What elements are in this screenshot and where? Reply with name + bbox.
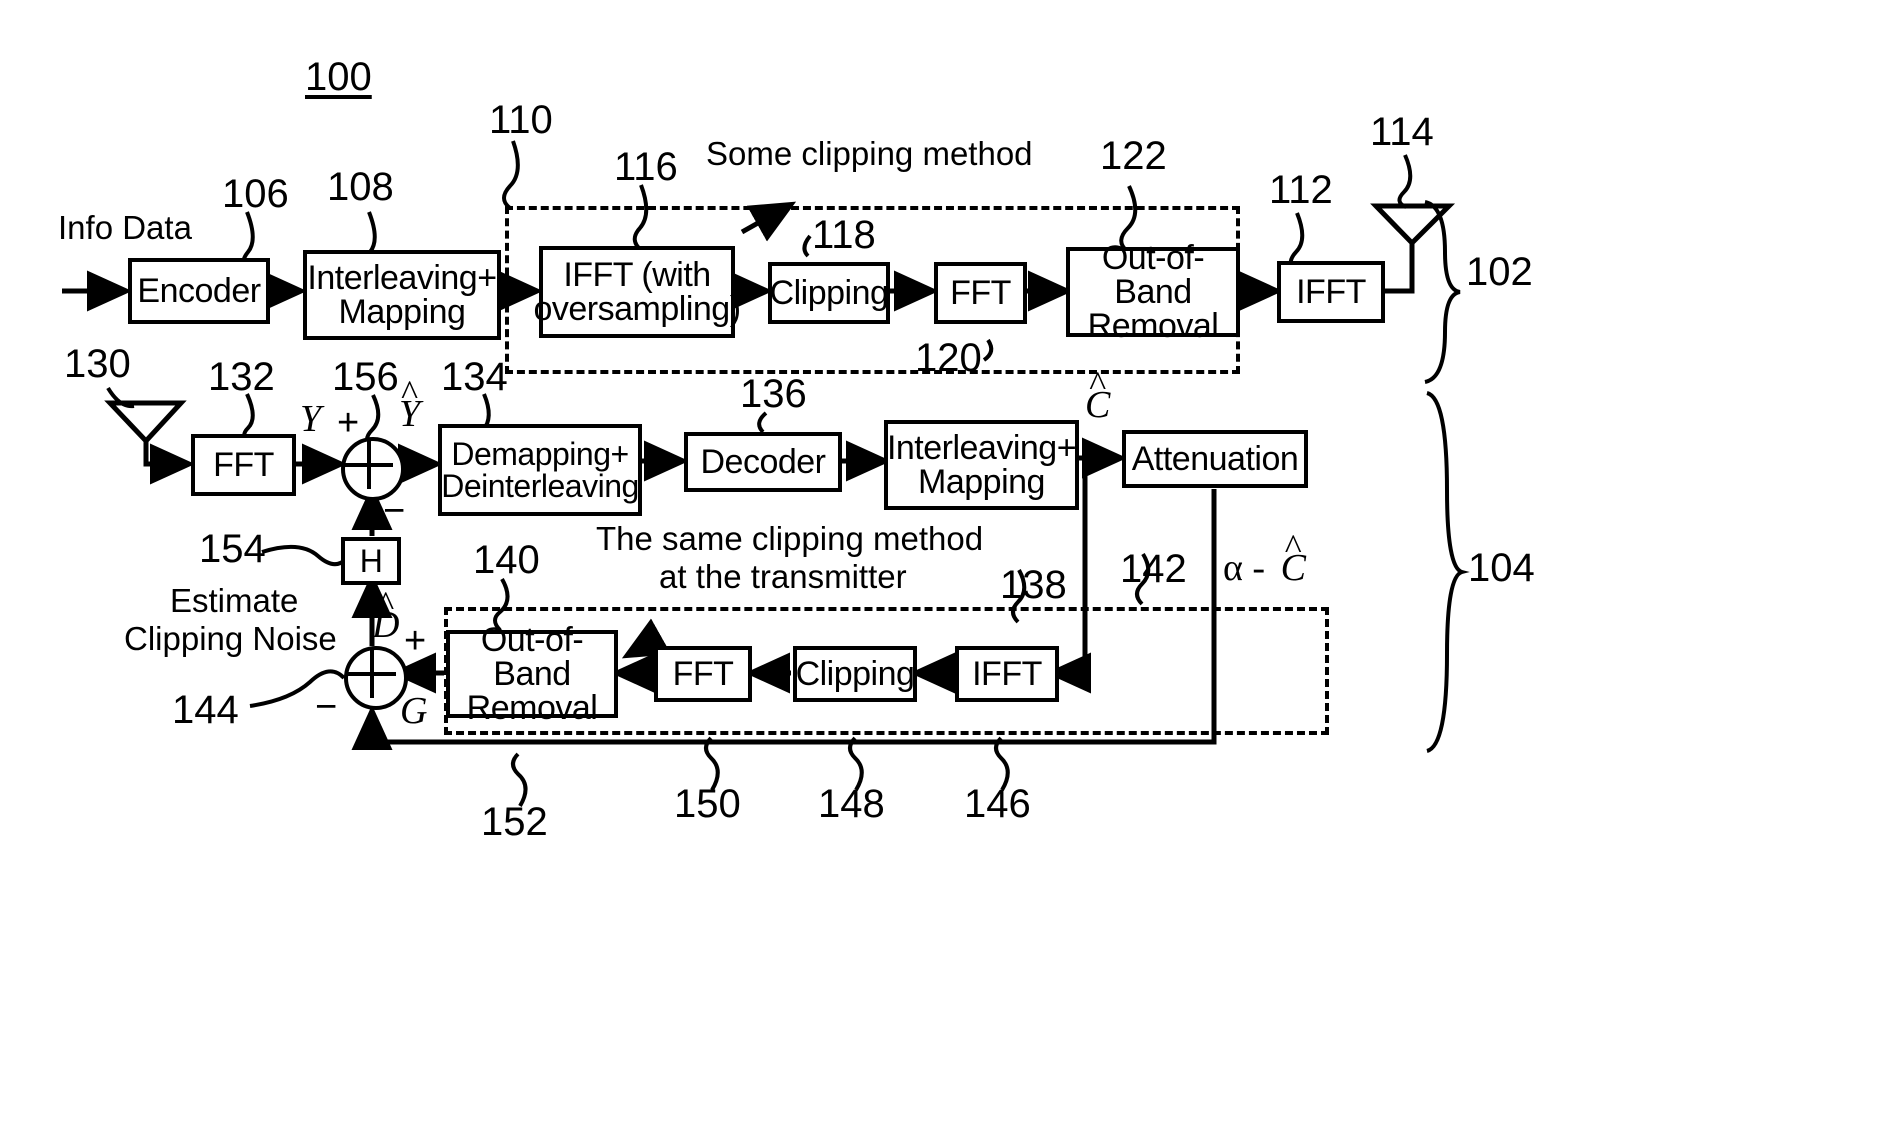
ref-116: 116 bbox=[614, 145, 678, 189]
ref-138: 138 bbox=[1000, 563, 1067, 607]
signal-alpha-minus-prefix: α - bbox=[1223, 547, 1266, 589]
ref-140: 140 bbox=[473, 538, 540, 582]
block-out-of-band-removal-feedback-label-1: Out-of-Band bbox=[480, 621, 584, 693]
block-decoder-label: Decoder bbox=[700, 442, 826, 481]
block-clipping-tx[interactable]: Clipping bbox=[768, 262, 890, 324]
ref-figure-100: 100 bbox=[305, 55, 372, 99]
block-fft-feedback[interactable]: FFT bbox=[654, 646, 752, 702]
note-estimate-clipping-noise-line1: Estimate bbox=[170, 582, 299, 619]
block-ifft-oversampling[interactable]: IFFT (with oversampling) bbox=[533, 246, 741, 338]
signal-Y: Y bbox=[300, 398, 322, 440]
ref-114: 114 bbox=[1370, 110, 1434, 154]
input-data-label: Info Data bbox=[58, 209, 192, 246]
block-demapping-deinterleaving-label-2: Deinterleaving bbox=[441, 468, 639, 504]
sum-156-plus-sign: + bbox=[337, 402, 360, 444]
note-estimate-clipping-noise-line2: Clipping Noise bbox=[124, 620, 337, 657]
signal-Y-hat: ^ Y bbox=[399, 375, 420, 436]
ref-108: 108 bbox=[327, 165, 394, 209]
sum-144-plus-sign: + bbox=[404, 620, 427, 662]
block-interleaving-mapping-rx-label-1: Interleaving+ bbox=[886, 429, 1077, 467]
block-out-of-band-removal-feedback[interactable]: Out-of-Band Removal bbox=[446, 623, 618, 725]
ref-102: 102 bbox=[1466, 250, 1533, 294]
block-clipping-feedback[interactable]: Clipping bbox=[793, 646, 917, 702]
ref-122: 122 bbox=[1100, 134, 1167, 178]
ref-136: 136 bbox=[740, 372, 807, 416]
block-ifft-feedback-label: IFFT bbox=[972, 654, 1042, 693]
ref-142: 142 bbox=[1120, 547, 1187, 591]
block-out-of-band-removal-tx[interactable]: Out-of-Band Removal bbox=[1066, 241, 1240, 343]
ref-146: 146 bbox=[964, 782, 1031, 826]
block-interleaving-mapping-tx[interactable]: Interleaving+ Mapping bbox=[303, 250, 501, 340]
block-ifft-oversampling-label-2: oversampling) bbox=[533, 290, 741, 328]
block-encoder-label: Encoder bbox=[137, 271, 261, 310]
block-interleaving-mapping-rx[interactable]: Interleaving+ Mapping bbox=[884, 420, 1079, 510]
ref-154: 154 bbox=[199, 527, 266, 571]
summing-junction-156-cross bbox=[345, 441, 393, 489]
block-channel-h-label: H bbox=[359, 542, 383, 579]
sum-144-minus-sign: − bbox=[315, 686, 338, 728]
ref-148: 148 bbox=[818, 782, 885, 826]
ref-118: 118 bbox=[812, 213, 876, 257]
ref-130: 130 bbox=[64, 342, 131, 386]
block-attenuation[interactable]: Attenuation bbox=[1122, 430, 1308, 488]
block-fft-rx[interactable]: FFT bbox=[191, 434, 296, 496]
block-interleaving-mapping-rx-label-2: Mapping bbox=[918, 463, 1045, 501]
block-clipping-tx-label: Clipping bbox=[769, 273, 889, 312]
sum-156-minus-sign: − bbox=[383, 490, 406, 532]
block-fft-feedback-label: FFT bbox=[672, 654, 734, 693]
block-ifft-tx-output[interactable]: IFFT bbox=[1277, 261, 1385, 323]
hat-accent-Y: ^ bbox=[401, 373, 419, 414]
ref-152: 152 bbox=[481, 800, 548, 844]
block-interleaving-mapping-tx-label-2: Mapping bbox=[338, 293, 466, 331]
block-attenuation-label: Attenuation bbox=[1131, 439, 1299, 478]
ref-132: 132 bbox=[208, 355, 275, 399]
block-decoder[interactable]: Decoder bbox=[684, 432, 842, 492]
ref-150: 150 bbox=[674, 782, 741, 826]
block-ifft-feedback[interactable]: IFFT bbox=[955, 646, 1059, 702]
block-clipping-feedback-label: Clipping bbox=[795, 654, 915, 693]
block-out-of-band-removal-feedback-label-2: Removal bbox=[466, 689, 598, 727]
signal-C-hat: ^ C bbox=[1085, 366, 1110, 427]
block-fft-tx-label: FFT bbox=[950, 273, 1011, 312]
ref-106: 106 bbox=[222, 172, 289, 216]
ref-112: 112 bbox=[1269, 168, 1333, 212]
ref-110: 110 bbox=[489, 98, 553, 142]
block-out-of-band-removal-tx-label-2: Removal bbox=[1087, 307, 1219, 345]
hat-accent-C: ^ bbox=[1089, 364, 1107, 405]
signal-G: G bbox=[400, 690, 428, 732]
ref-156: 156 bbox=[332, 355, 399, 399]
signal-D-hat: ^ D bbox=[372, 586, 399, 647]
block-interleaving-mapping-tx-label-1: Interleaving+ bbox=[307, 259, 497, 297]
signal-alpha-minus-C-hat: α - ^ C bbox=[1223, 529, 1306, 590]
note-same-clipping-method-line2: at the transmitter bbox=[659, 558, 907, 595]
note-same-clipping-method-line1: The same clipping method bbox=[596, 520, 984, 557]
patent-figure-canvas: Encoder Interleaving+ Mapping IFFT (with… bbox=[0, 0, 1889, 1148]
block-ifft-tx-output-label: IFFT bbox=[1296, 272, 1366, 311]
summing-junction-144-cross bbox=[348, 650, 396, 698]
block-channel-h[interactable]: H bbox=[341, 537, 401, 585]
note-some-clipping-method: Some clipping method bbox=[706, 135, 1033, 172]
block-out-of-band-removal-tx-label-1: Out-of-Band bbox=[1101, 239, 1205, 311]
block-fft-tx[interactable]: FFT bbox=[934, 262, 1027, 324]
hat-accent-alpha-C: ^ bbox=[1284, 527, 1302, 568]
ref-104: 104 bbox=[1468, 546, 1535, 590]
block-encoder[interactable]: Encoder bbox=[128, 258, 270, 324]
block-fft-rx-label: FFT bbox=[213, 445, 274, 484]
block-demapping-deinterleaving-label-1: Demapping+ bbox=[451, 436, 629, 472]
ref-134: 134 bbox=[441, 355, 508, 399]
block-demapping-deinterleaving[interactable]: Demapping+ Deinterleaving bbox=[438, 424, 642, 516]
ref-144: 144 bbox=[172, 688, 239, 732]
hat-accent-D: ^ bbox=[377, 584, 395, 625]
block-ifft-oversampling-label-1: IFFT (with bbox=[563, 256, 711, 294]
ref-120: 120 bbox=[915, 336, 982, 380]
